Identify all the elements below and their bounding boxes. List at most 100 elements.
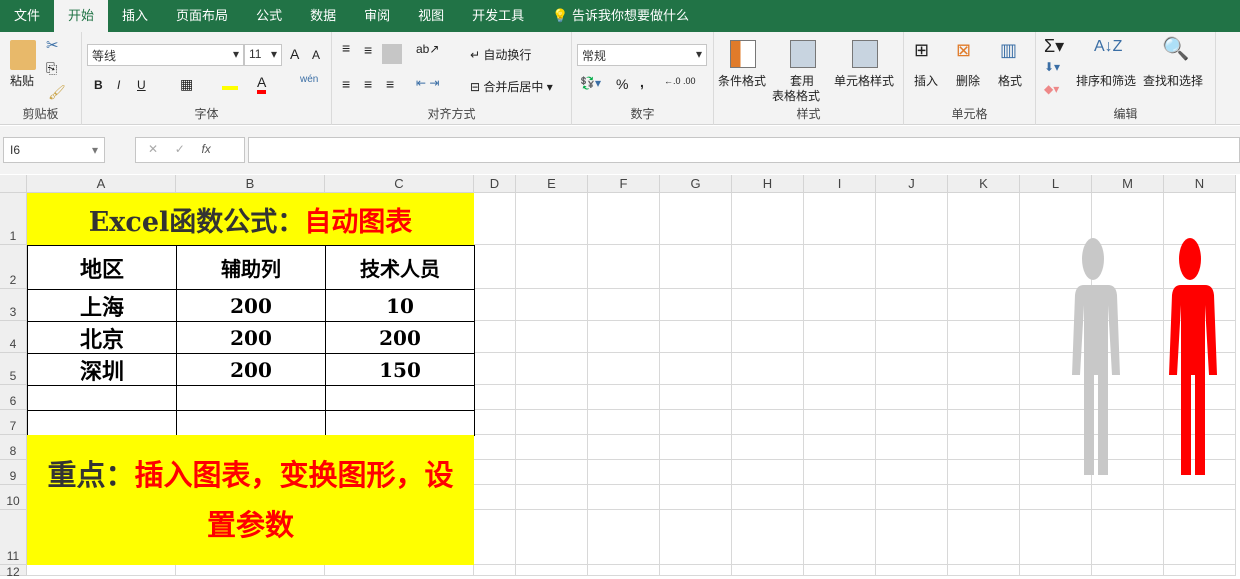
cell[interactable]	[804, 435, 876, 460]
row-header[interactable]: 11	[0, 510, 27, 565]
row-header[interactable]: 9	[0, 460, 27, 485]
enter-icon[interactable]: ✓	[175, 142, 185, 156]
currency-icon[interactable]: 💱▾	[580, 76, 601, 90]
cell[interactable]	[588, 460, 660, 485]
table-cell[interactable]: 上海	[27, 289, 177, 322]
cell[interactable]	[588, 193, 660, 245]
cell[interactable]	[474, 435, 516, 460]
cell[interactable]	[804, 353, 876, 385]
cell[interactable]	[474, 510, 516, 565]
cell[interactable]	[804, 385, 876, 410]
row-header[interactable]: 4	[0, 321, 27, 353]
table-cell[interactable]: 200	[325, 321, 475, 354]
cell[interactable]	[516, 321, 588, 353]
cell[interactable]	[732, 410, 804, 435]
clear-icon[interactable]: ◆▾	[1044, 82, 1059, 96]
cell[interactable]	[588, 321, 660, 353]
cell[interactable]	[588, 410, 660, 435]
cell[interactable]	[948, 485, 1020, 510]
cancel-icon[interactable]: ✕	[148, 142, 158, 156]
cell[interactable]	[732, 289, 804, 321]
copy-icon[interactable]: ⎘	[46, 60, 57, 77]
phonetic-icon[interactable]: wén	[300, 74, 318, 85]
italic-button[interactable]: I	[117, 78, 120, 92]
cell[interactable]	[516, 565, 588, 576]
number-format-select[interactable]: 常规 ▾	[577, 44, 707, 66]
cell[interactable]	[660, 289, 732, 321]
cell[interactable]	[804, 289, 876, 321]
table-header[interactable]: 辅助列	[176, 245, 326, 290]
cell[interactable]	[516, 193, 588, 245]
cell[interactable]	[660, 410, 732, 435]
cell[interactable]	[516, 385, 588, 410]
cell[interactable]	[660, 193, 732, 245]
cell[interactable]	[1092, 510, 1164, 565]
cell[interactable]	[474, 245, 516, 289]
select-all-corner[interactable]	[0, 175, 27, 193]
cell[interactable]	[804, 193, 876, 245]
tab-home[interactable]: 开始	[54, 0, 109, 32]
cell[interactable]	[732, 565, 804, 576]
row-header[interactable]: 8	[0, 435, 27, 460]
cell[interactable]	[876, 321, 948, 353]
cell[interactable]	[948, 245, 1020, 289]
name-box[interactable]: I6 ▾	[3, 137, 105, 163]
column-header[interactable]: G	[660, 175, 732, 193]
table-header[interactable]: 技术人员	[325, 245, 475, 290]
cell[interactable]	[876, 435, 948, 460]
indent-icons[interactable]: ⇤ ⇥	[416, 76, 439, 90]
column-header[interactable]: M	[1092, 175, 1164, 193]
delete-cells-icon[interactable]: ⊠	[956, 40, 971, 61]
bold-button[interactable]: B	[94, 78, 103, 92]
table-cell[interactable]: 10	[325, 289, 475, 322]
cell[interactable]	[516, 289, 588, 321]
fill-color-icon[interactable]	[222, 76, 238, 90]
row-header[interactable]: 3	[0, 289, 27, 321]
cell[interactable]	[474, 353, 516, 385]
cell[interactable]	[1164, 485, 1236, 510]
cell-style-button[interactable]: 单元格样式	[834, 72, 894, 89]
cell[interactable]	[732, 435, 804, 460]
table-cell[interactable]	[176, 410, 326, 436]
cell[interactable]	[876, 565, 948, 576]
cell[interactable]	[660, 245, 732, 289]
align-middle-icon[interactable]: ≡	[364, 42, 372, 58]
format-painter-icon[interactable]: 🖌	[48, 84, 66, 101]
cell[interactable]	[804, 321, 876, 353]
column-header[interactable]: H	[732, 175, 804, 193]
align-center-icon[interactable]: ≡	[364, 76, 372, 92]
table-cell[interactable]: 200	[176, 353, 326, 386]
find-select-button[interactable]: 查找和选择	[1143, 72, 1203, 89]
function-icon[interactable]: fx	[201, 142, 210, 156]
row-header[interactable]: 12	[0, 565, 27, 579]
cell[interactable]	[474, 410, 516, 435]
cell[interactable]	[588, 565, 660, 576]
cell[interactable]	[516, 435, 588, 460]
cell[interactable]	[1020, 565, 1092, 576]
paste-button[interactable]: 粘贴	[10, 72, 34, 89]
cell[interactable]	[876, 460, 948, 485]
cell[interactable]	[588, 245, 660, 289]
table-cell[interactable]: 深圳	[27, 353, 177, 386]
cell[interactable]	[876, 410, 948, 435]
cell[interactable]	[588, 353, 660, 385]
insert-cells-button[interactable]: 插入	[914, 72, 938, 89]
cell[interactable]	[474, 289, 516, 321]
cell[interactable]	[948, 435, 1020, 460]
cell[interactable]	[588, 289, 660, 321]
tab-formulas[interactable]: 公式	[242, 0, 296, 32]
cell[interactable]	[732, 193, 804, 245]
table-format-label[interactable]: 表格格式	[772, 87, 820, 104]
cell[interactable]	[804, 510, 876, 565]
wrap-text-button[interactable]: ↵ 自动换行	[470, 46, 531, 63]
tab-page-layout[interactable]: 页面布局	[162, 0, 242, 32]
table-cell[interactable]: 200	[176, 289, 326, 322]
column-header[interactable]: E	[516, 175, 588, 193]
cell[interactable]	[948, 385, 1020, 410]
column-header[interactable]: A	[27, 175, 176, 193]
align-top-icon[interactable]: ≡	[342, 40, 350, 56]
conditional-format-button[interactable]: 条件格式	[718, 72, 766, 89]
font-name-select[interactable]: 等线 ▾	[87, 44, 244, 66]
cell[interactable]	[1164, 565, 1236, 576]
delete-cells-button[interactable]: 删除	[956, 72, 980, 89]
